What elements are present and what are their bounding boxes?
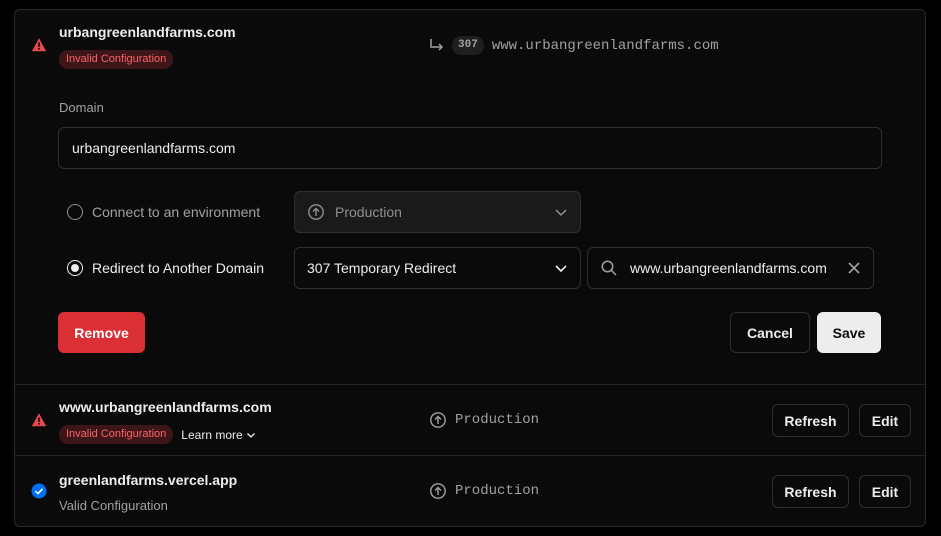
- learn-more-link[interactable]: Learn more: [181, 428, 255, 442]
- connect-option-label: Connect to an environment: [92, 204, 261, 220]
- row-divider: [15, 384, 925, 385]
- chevron-down-icon: [555, 265, 567, 273]
- redirect-summary: 307 www.urbangreenlandfarms.com: [428, 36, 719, 55]
- redirect-target-text: www.urbangreenlandfarms.com: [491, 37, 719, 54]
- refresh-button[interactable]: Refresh: [772, 404, 849, 437]
- domain-row-environment: Production: [429, 411, 539, 429]
- domain-row-status: Invalid Configuration Learn more: [59, 425, 256, 444]
- chevron-down-icon: [246, 432, 255, 438]
- save-button[interactable]: Save: [817, 312, 881, 353]
- status-text: Valid Configuration: [59, 498, 168, 513]
- arrow-up-circle-icon: [430, 412, 446, 428]
- environment-select: Production: [294, 191, 581, 233]
- warning-triangle-icon: [31, 413, 47, 427]
- check-circle-icon: [31, 483, 47, 499]
- remove-button[interactable]: Remove: [58, 312, 145, 353]
- domain-row-environment: Production: [429, 482, 539, 500]
- redirect-target-input[interactable]: www.urbangreenlandfarms.com: [587, 247, 874, 289]
- connect-radio[interactable]: [67, 204, 83, 220]
- refresh-button[interactable]: Refresh: [772, 475, 849, 508]
- edit-button[interactable]: Edit: [859, 475, 911, 508]
- close-icon[interactable]: [847, 261, 861, 275]
- domain-row-name[interactable]: greenlandfarms.vercel.app: [59, 472, 237, 488]
- domain-row-name[interactable]: www.urbangreenlandfarms.com: [59, 399, 272, 415]
- learn-more-label: Learn more: [181, 427, 243, 442]
- search-icon: [601, 260, 617, 276]
- option-redirect-domain[interactable]: Redirect to Another Domain: [67, 260, 264, 276]
- redirect-type-value: 307 Temporary Redirect: [307, 260, 457, 276]
- domain-input[interactable]: urbangreenlandfarms.com: [58, 127, 882, 169]
- redirect-radio[interactable]: [67, 260, 83, 276]
- domain-field-label: Domain: [59, 100, 104, 115]
- status-badge: Invalid Configuration: [59, 425, 174, 444]
- chevron-down-icon: [555, 209, 567, 217]
- redirect-option-label: Redirect to Another Domain: [92, 260, 264, 276]
- redirect-code-chip: 307: [452, 36, 484, 55]
- redirect-type-select[interactable]: 307 Temporary Redirect: [294, 247, 581, 289]
- domains-card: urbangreenlandfarms.com Invalid Configur…: [14, 9, 926, 527]
- arrow-up-circle-icon: [430, 483, 446, 499]
- option-connect-environment[interactable]: Connect to an environment: [67, 204, 260, 220]
- row-divider: [15, 455, 925, 456]
- edit-button[interactable]: Edit: [859, 404, 911, 437]
- warning-triangle-icon: [31, 38, 47, 52]
- cancel-button[interactable]: Cancel: [730, 312, 810, 353]
- redirect-arrow-icon: [430, 38, 444, 51]
- redirect-target-value: www.urbangreenlandfarms.com: [630, 260, 827, 276]
- arrow-up-circle-icon: [308, 204, 324, 220]
- environment-label: Production: [455, 412, 540, 428]
- primary-domain-name: urbangreenlandfarms.com: [59, 24, 236, 40]
- environment-label: Production: [455, 483, 540, 499]
- status-badge: Invalid Configuration: [59, 50, 174, 69]
- environment-select-value: Production: [335, 204, 402, 220]
